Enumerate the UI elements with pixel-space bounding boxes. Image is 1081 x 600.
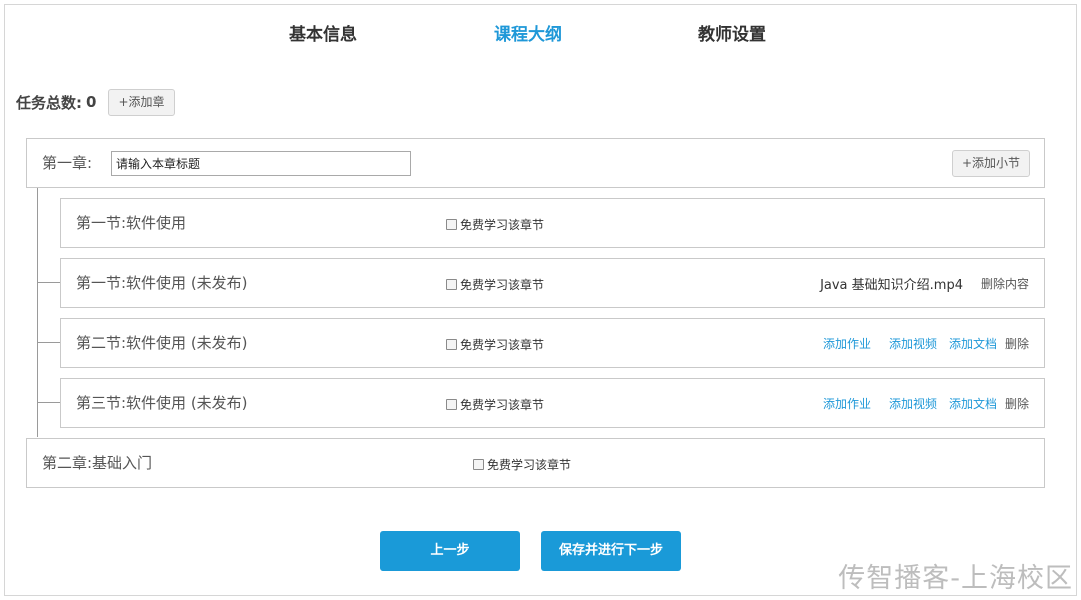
- free-study-option[interactable]: 免费学习该章节: [446, 276, 544, 293]
- section-item: 第一节:软件使用 (未发布) 免费学习该章节 Java 基础知识介绍.mp4 删…: [60, 258, 1045, 308]
- tree-line: [37, 188, 38, 437]
- free-study-label: 免费学习该章节: [460, 398, 545, 412]
- add-document-link[interactable]: 添加文档: [949, 395, 997, 412]
- free-study-checkbox[interactable]: [446, 279, 457, 290]
- tree-branch: [37, 342, 60, 343]
- delete-content-link[interactable]: 删除内容: [981, 275, 1029, 292]
- add-homework-link[interactable]: 添加作业: [823, 335, 871, 352]
- section-actions: 添加作业 添加视频 添加文档 删除: [823, 379, 1029, 427]
- free-study-option[interactable]: 免费学习该章节: [446, 336, 544, 353]
- chapter-2: 第二章:基础入门 免费学习该章节: [26, 438, 1045, 488]
- add-video-link[interactable]: 添加视频: [889, 335, 937, 352]
- chapter-title-input[interactable]: [111, 151, 411, 176]
- section-item: 第三节:软件使用 (未发布) 免费学习该章节 添加作业 添加视频 添加文档 删除: [60, 378, 1045, 428]
- watermark: 传智播客-上海校区: [838, 563, 1073, 594]
- tab-teacher-settings[interactable]: 教师设置: [698, 20, 766, 45]
- add-section-button[interactable]: +添加小节: [951, 150, 1030, 177]
- free-study-checkbox[interactable]: [446, 339, 457, 350]
- tab-bar: 基本信息 课程大纲 教师设置: [0, 20, 1081, 50]
- free-study-checkbox[interactable]: [473, 459, 484, 470]
- free-study-label: 免费学习该章节: [460, 218, 545, 232]
- free-study-label: 免费学习该章节: [487, 458, 572, 472]
- tree-branch: [37, 402, 60, 403]
- delete-link[interactable]: 删除: [1005, 395, 1029, 412]
- tree-branch: [37, 282, 60, 283]
- section-title: 第三节:软件使用 (未发布): [76, 394, 248, 412]
- free-study-option[interactable]: 免费学习该章节: [473, 456, 571, 473]
- free-study-label: 免费学习该章节: [460, 338, 545, 352]
- free-study-checkbox[interactable]: [446, 399, 457, 410]
- section-actions: 添加作业 添加视频 添加文档 删除: [823, 319, 1029, 367]
- add-homework-link[interactable]: 添加作业: [823, 395, 871, 412]
- tab-basic-info[interactable]: 基本信息: [289, 20, 357, 45]
- chapter-2-label: 第二章:基础入门: [42, 454, 153, 472]
- chapter-1: 第一章: +添加小节: [26, 138, 1045, 188]
- save-and-next-button[interactable]: 保存并进行下一步: [541, 531, 681, 571]
- section-title: 第二节:软件使用 (未发布): [76, 334, 248, 352]
- task-total-label: 任务总数:: [16, 93, 82, 112]
- free-study-option[interactable]: 免费学习该章节: [446, 396, 544, 413]
- section-title: 第一节:软件使用: [76, 214, 187, 232]
- chapter-1-label: 第一章:: [42, 154, 93, 172]
- add-document-link[interactable]: 添加文档: [949, 335, 997, 352]
- free-study-label: 免费学习该章节: [460, 278, 545, 292]
- free-study-checkbox[interactable]: [446, 219, 457, 230]
- section-item: 第一节:软件使用 免费学习该章节: [60, 198, 1045, 248]
- task-total-count: 0: [86, 93, 97, 111]
- add-video-link[interactable]: 添加视频: [889, 395, 937, 412]
- task-summary: 任务总数: 0 +添加章: [16, 88, 175, 116]
- video-file-name: Java 基础知识介绍.mp4: [820, 277, 963, 293]
- section-title: 第一节:软件使用 (未发布): [76, 274, 248, 292]
- section-actions: Java 基础知识介绍.mp4 删除内容: [820, 259, 1029, 307]
- tab-course-outline[interactable]: 课程大纲: [494, 20, 562, 45]
- prev-step-button[interactable]: 上一步: [380, 531, 520, 571]
- free-study-option[interactable]: 免费学习该章节: [446, 216, 544, 233]
- delete-link[interactable]: 删除: [1005, 335, 1029, 352]
- add-chapter-button[interactable]: +添加章: [108, 88, 175, 116]
- section-item: 第二节:软件使用 (未发布) 免费学习该章节 添加作业 添加视频 添加文档 删除: [60, 318, 1045, 368]
